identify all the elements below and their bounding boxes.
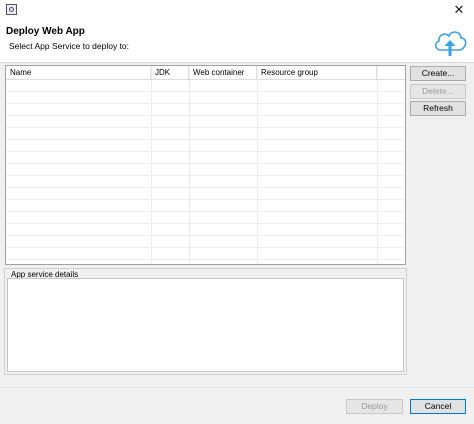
window-bottom-edge bbox=[0, 420, 474, 424]
row-line bbox=[6, 151, 405, 152]
deploy-button[interactable]: Deploy bbox=[346, 399, 403, 414]
row-line bbox=[6, 199, 405, 200]
column-header-resource-group[interactable]: Resource group bbox=[257, 66, 377, 79]
header-divider bbox=[6, 79, 405, 80]
eclipse-app-icon bbox=[6, 4, 17, 15]
row-line bbox=[6, 223, 405, 224]
row-line bbox=[6, 175, 405, 176]
app-service-details-text[interactable] bbox=[7, 278, 404, 372]
column-header-jdk[interactable]: JDK bbox=[151, 66, 189, 79]
cloud-upload-icon bbox=[435, 31, 467, 56]
footer-divider bbox=[0, 387, 474, 388]
row-line bbox=[6, 115, 405, 116]
dialog-subtitle: Select App Service to deploy to: bbox=[9, 41, 130, 51]
window-close-button[interactable]: ✕ bbox=[444, 0, 474, 20]
row-line bbox=[6, 211, 405, 212]
refresh-button[interactable]: Refresh bbox=[410, 101, 466, 116]
row-line bbox=[6, 91, 405, 92]
row-line bbox=[6, 259, 405, 260]
delete-button[interactable]: Delete... bbox=[410, 84, 466, 99]
row-line bbox=[6, 247, 405, 248]
column-header-name[interactable]: Name bbox=[6, 66, 151, 79]
row-line bbox=[6, 127, 405, 128]
row-line bbox=[6, 187, 405, 188]
column-header-web-container[interactable]: Web container bbox=[189, 66, 257, 79]
title-bar: ✕ bbox=[0, 0, 474, 22]
dialog-header: Deploy Web App Select App Service to dep… bbox=[0, 22, 474, 63]
app-service-details-group: App service details bbox=[4, 268, 407, 375]
create-button[interactable]: Create... bbox=[410, 66, 466, 81]
app-service-table[interactable]: Name JDK Web container Resource group bbox=[5, 65, 406, 265]
dialog-title: Deploy Web App bbox=[6, 26, 85, 37]
row-line bbox=[6, 235, 405, 236]
row-line bbox=[6, 139, 405, 140]
row-line bbox=[6, 163, 405, 164]
row-line bbox=[6, 103, 405, 104]
cancel-button[interactable]: Cancel bbox=[410, 399, 466, 414]
